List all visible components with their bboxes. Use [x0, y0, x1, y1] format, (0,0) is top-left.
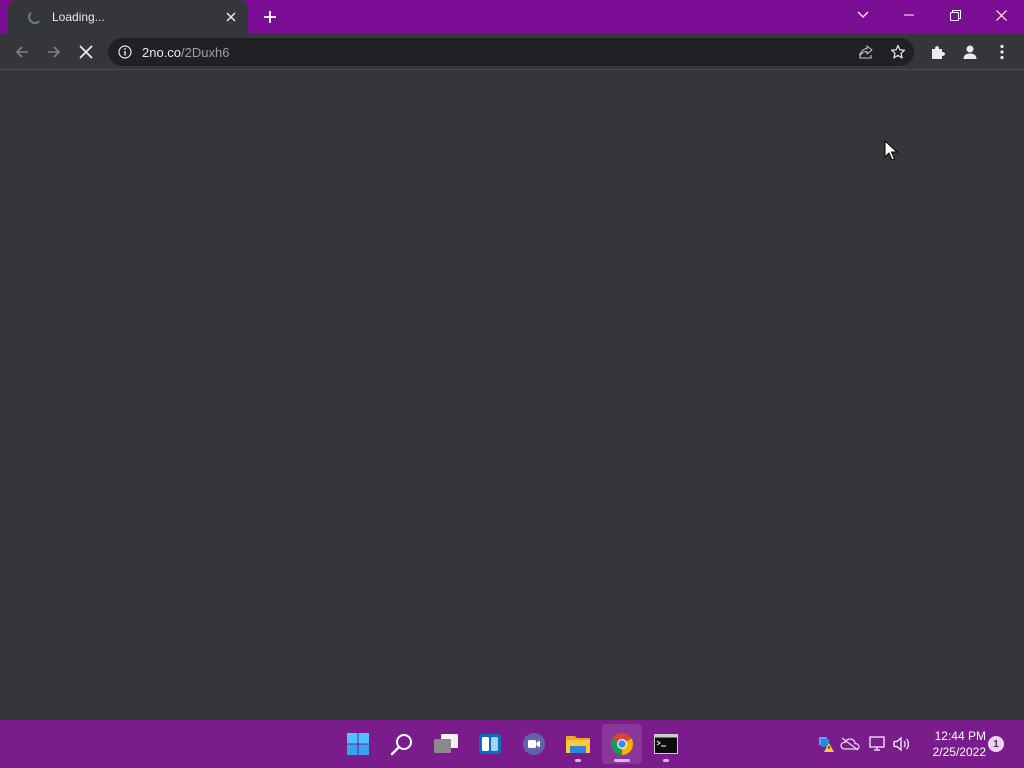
start-button[interactable]	[338, 724, 378, 764]
terminal-icon	[654, 734, 678, 754]
clock-time: 12:44 PM	[934, 729, 986, 743]
restore-icon	[949, 9, 961, 21]
security-warning-icon	[819, 737, 834, 752]
search-button[interactable]	[382, 724, 422, 764]
task-view-icon	[434, 734, 458, 753]
stop-button[interactable]	[72, 38, 100, 66]
url-text[interactable]: 2no.co/2Duxh6	[142, 45, 229, 60]
close-icon	[226, 12, 236, 22]
cloud-offline-icon	[840, 737, 860, 751]
file-explorer-button[interactable]	[558, 724, 598, 764]
close-icon	[995, 9, 1007, 21]
puzzle-icon	[932, 46, 945, 59]
tab-close-button[interactable]	[222, 8, 240, 26]
browser-tab[interactable]: Loading...	[8, 0, 248, 34]
kebab-menu-icon	[1000, 44, 1004, 60]
network-icon	[869, 736, 885, 751]
volume-tray-button[interactable]	[892, 734, 912, 754]
mouse-cursor-icon	[884, 140, 898, 161]
notification-badge[interactable]: 1	[988, 736, 1004, 752]
taskbar: 12:44 PM 2/25/2022	[0, 720, 1024, 768]
chrome-button[interactable]	[602, 724, 642, 764]
close-window-button[interactable]	[978, 0, 1024, 30]
browser-toolbar: 2no.co/2Duxh6	[0, 34, 1024, 70]
plus-icon	[264, 11, 276, 23]
new-tab-button[interactable]	[258, 6, 282, 28]
bookmark-button[interactable]	[886, 40, 910, 64]
loading-spinner-icon	[28, 10, 42, 24]
minimize-icon	[904, 14, 914, 16]
active-indicator	[614, 759, 630, 762]
url-domain: 2no.co	[142, 45, 182, 60]
chevron-down-icon	[857, 11, 869, 18]
tab-search-button[interactable]	[840, 0, 886, 30]
restore-button[interactable]	[932, 0, 978, 30]
share-icon	[859, 45, 873, 59]
info-icon	[118, 45, 132, 59]
search-icon	[390, 734, 412, 756]
video-chat-icon	[523, 733, 545, 755]
star-icon	[890, 44, 906, 59]
address-bar[interactable]: 2no.co/2Duxh6	[108, 38, 914, 66]
network-tray-button[interactable]	[868, 734, 888, 754]
widgets-icon	[479, 734, 501, 754]
running-indicator	[663, 759, 669, 762]
tab-title: Loading...	[52, 10, 105, 24]
running-indicator	[575, 759, 581, 762]
site-info-button[interactable]	[118, 45, 132, 64]
defender-tray-button[interactable]	[816, 734, 836, 754]
profile-button[interactable]	[956, 38, 984, 66]
back-button[interactable]	[8, 38, 36, 66]
tab-strip: Loading...	[0, 0, 1024, 34]
page-content	[0, 71, 1024, 720]
stop-loading-icon	[79, 45, 93, 59]
terminal-button[interactable]	[646, 724, 686, 764]
windows-logo-icon	[347, 733, 369, 755]
folder-icon	[566, 736, 590, 753]
onedrive-tray-button[interactable]	[840, 734, 860, 754]
person-icon	[963, 45, 977, 59]
task-view-button[interactable]	[426, 724, 466, 764]
extensions-button[interactable]	[924, 38, 952, 66]
chrome-icon	[611, 733, 633, 755]
system-clock[interactable]: 12:44 PM 2/25/2022	[918, 728, 986, 760]
url-path: /2Duxh6	[181, 45, 230, 60]
forward-button[interactable]	[40, 38, 68, 66]
clock-date: 2/25/2022	[932, 745, 986, 759]
share-button[interactable]	[854, 40, 878, 64]
arrow-left-icon	[15, 46, 28, 58]
volume-icon	[893, 736, 909, 752]
arrow-right-icon	[48, 46, 61, 58]
minimize-button[interactable]	[886, 0, 932, 30]
menu-button[interactable]	[988, 38, 1016, 66]
widgets-button[interactable]	[470, 724, 510, 764]
teams-chat-button[interactable]	[514, 724, 554, 764]
